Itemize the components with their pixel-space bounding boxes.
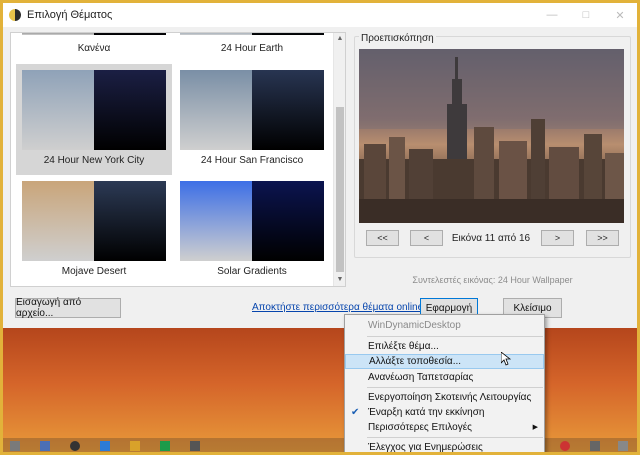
theme-label: 24 Hour San Francisco (200, 155, 304, 166)
theme-tile[interactable]: 24 Hour New York City (16, 64, 172, 175)
theme-thumbnail (180, 33, 324, 35)
menu-item-select-theme[interactable]: Επιλέξτε θέμα... (345, 339, 544, 354)
preview-label: Προεπισκόπηση (359, 33, 436, 44)
theme-thumbnail (22, 70, 166, 150)
taskbar-app-icon[interactable] (618, 441, 628, 451)
menu-item-refresh-wallpaper[interactable]: Ανανέωση Ταπετσαρίας (345, 370, 544, 385)
theme-list[interactable]: Κανένα 24 Hour Earth 24 Hour New York Ci… (10, 32, 346, 287)
maximize-icon[interactable]: □ (569, 3, 603, 27)
mouse-cursor-icon (500, 351, 512, 369)
menu-item-change-location[interactable]: Αλλάξτε τοποθεσία... (345, 354, 544, 369)
image-credits: Συντελεστές εικόνας: 24 Hour Wallpaper (412, 275, 573, 285)
theme-tile[interactable]: Mojave Desert (16, 175, 172, 286)
taskbar-app-icon[interactable] (130, 441, 140, 451)
title-bar[interactable]: Επιλογή Θέματος — □ ✕ (3, 3, 637, 27)
city-skyline-image (359, 49, 624, 223)
menu-separator (367, 387, 543, 388)
next-image-button[interactable]: > (541, 230, 574, 246)
menu-item-start-on-boot[interactable]: ✔ Έναρξη κατά την εκκίνηση (345, 405, 544, 420)
scroll-up-icon[interactable]: ▲ (334, 33, 345, 45)
window-title: Επιλογή Θέματος (27, 9, 113, 21)
menu-item-label: Έναρξη κατά την εκκίνηση (368, 407, 485, 418)
menu-item-label: Έλεγχος για Ενημερώσεις (368, 442, 483, 453)
taskbar-app-icon[interactable] (160, 441, 170, 451)
taskbar-app-icon[interactable] (100, 441, 110, 451)
menu-separator (367, 437, 543, 438)
import-from-file-button[interactable]: Εισαγωγή από αρχείο... (15, 297, 121, 319)
theme-tile[interactable]: Solar Gradients (174, 175, 330, 286)
scroll-down-icon[interactable]: ▼ (334, 274, 345, 286)
theme-thumbnail (180, 70, 324, 150)
taskbar-app-icon[interactable] (40, 441, 50, 451)
menu-item-label: Περισσότερες Επιλογές (368, 422, 472, 433)
app-icon (9, 9, 21, 21)
previous-image-button[interactable]: < (410, 230, 443, 246)
close-icon[interactable]: ✕ (603, 3, 637, 27)
checkmark-icon: ✔ (351, 407, 360, 418)
last-image-button[interactable]: >> (586, 230, 619, 246)
get-more-themes-link[interactable]: Αποκτήστε περισσότερα θέματα online (252, 302, 423, 313)
minimize-icon[interactable]: — (535, 3, 569, 27)
theme-label: Κανένα (77, 43, 111, 54)
menu-header: WinDynamicDesktop (368, 320, 461, 331)
theme-label: 24 Hour Earth (220, 43, 284, 54)
first-image-button[interactable]: << (366, 230, 399, 246)
window-controls: — □ ✕ (535, 3, 637, 27)
menu-item-label: Αλλάξτε τοποθεσία... (369, 356, 462, 367)
menu-item-check-updates[interactable]: Έλεγχος για Ενημερώσεις (345, 440, 544, 455)
theme-tile[interactable]: 24 Hour San Francisco (174, 64, 330, 175)
taskbar-app-icon[interactable] (70, 441, 80, 451)
tray-context-menu: WinDynamicDesktop Επιλέξτε θέμα... Αλλάξ… (344, 314, 545, 455)
taskbar-app-icon[interactable] (10, 441, 20, 451)
theme-thumbnail (180, 181, 324, 261)
taskbar-app-icon[interactable] (560, 441, 570, 451)
menu-item-label: Επιλέξτε θέμα... (368, 341, 439, 352)
theme-thumbnail (22, 33, 166, 35)
menu-item-label: Ενεργοποίηση Σκοτεινής Λειτουργίας (368, 392, 532, 403)
image-counter: Εικόνα 11 από 16 (451, 233, 531, 244)
menu-item-dark-mode[interactable]: Ενεργοποίηση Σκοτεινής Λειτουργίας (345, 390, 544, 405)
menu-separator (367, 336, 543, 337)
taskbar-app-icon[interactable] (590, 441, 600, 451)
taskbar-app-icon[interactable] (190, 441, 200, 451)
theme-label: 24 Hour New York City (43, 155, 145, 166)
scroll-thumb[interactable] (336, 107, 344, 272)
menu-item-label: Ανανέωση Ταπετσαρίας (368, 372, 474, 383)
preview-image (359, 49, 624, 223)
menu-item-more-options[interactable]: Περισσότερες Επιλογές ▶ (345, 420, 544, 435)
theme-list-scrollbar[interactable]: ▲ ▼ (333, 33, 345, 286)
theme-thumbnail (22, 181, 166, 261)
submenu-arrow-icon: ▶ (532, 424, 538, 431)
theme-label: Mojave Desert (61, 266, 127, 277)
theme-label: Solar Gradients (217, 266, 287, 277)
